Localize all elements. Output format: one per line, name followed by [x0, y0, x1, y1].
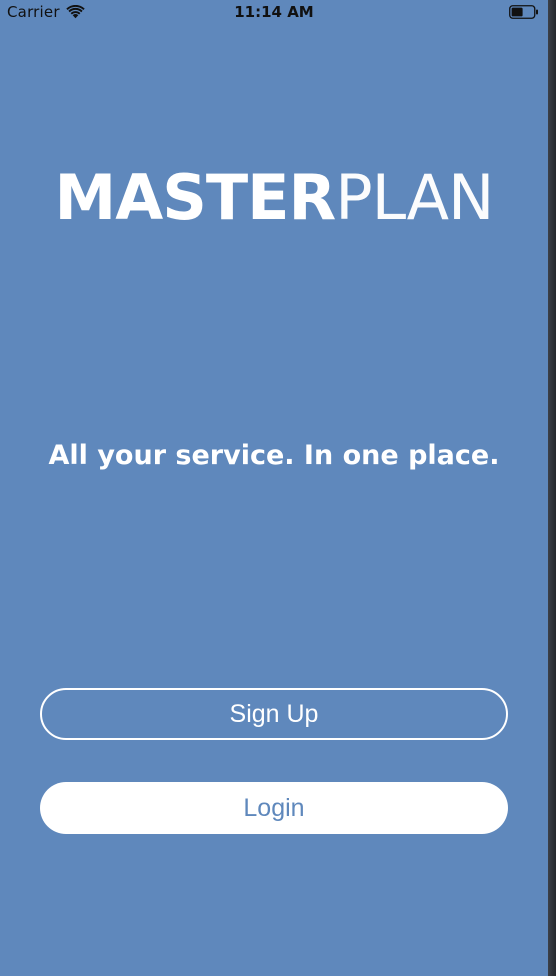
welcome-screen: Carrier 11:14 AM MASTERPLAN All your ser…	[0, 0, 548, 976]
sign-up-button[interactable]: Sign Up	[40, 688, 508, 740]
screen-edge	[548, 0, 556, 976]
logo-bold-part: MASTER	[54, 161, 337, 234]
logo-light-part: PLAN	[335, 161, 494, 234]
battery-icon	[509, 5, 538, 19]
tagline: All your service. In one place.	[48, 440, 500, 471]
login-button[interactable]: Login	[40, 782, 508, 834]
app-logo: MASTERPLAN	[0, 160, 548, 236]
status-time: 11:14 AM	[234, 3, 314, 21]
status-bar: Carrier 11:14 AM	[0, 0, 548, 26]
